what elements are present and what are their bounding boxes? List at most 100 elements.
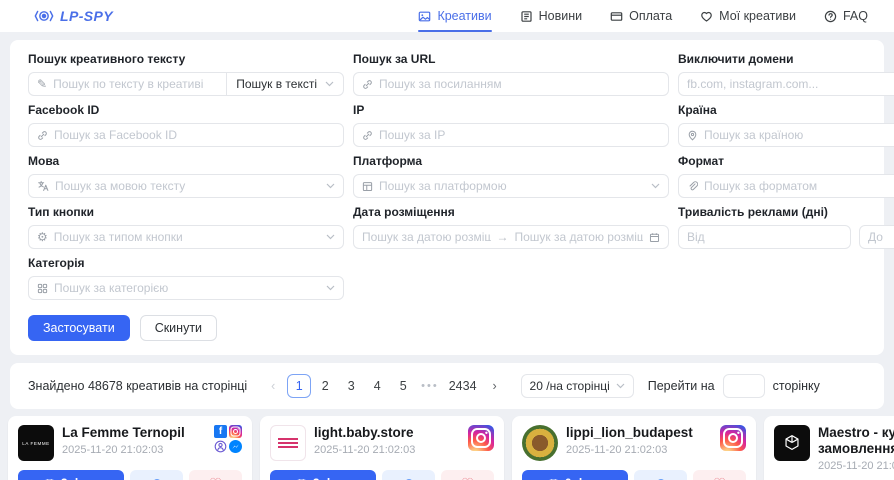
tab-payment[interactable]: Оплата: [610, 0, 672, 32]
format-input[interactable]: [704, 179, 894, 193]
filter-category: Категорія: [28, 256, 344, 300]
platform-select[interactable]: [353, 174, 669, 198]
tab-creatives[interactable]: Креативи: [418, 0, 491, 32]
filter-country: Країна: [678, 103, 894, 147]
filter-label: Формат: [678, 154, 894, 168]
favorite-button[interactable]: ♡: [693, 470, 746, 480]
instagram-icon: [229, 425, 242, 438]
format-input-box: [678, 174, 894, 198]
creative-card[interactable]: light.baby.store 2025-11-20 21:02:03 3 d…: [260, 416, 504, 480]
date-from-input[interactable]: [362, 230, 491, 244]
days-active-button[interactable]: 3 days: [270, 470, 376, 480]
tab-label: Мої креативи: [719, 9, 796, 23]
tab-label: Новини: [539, 9, 583, 23]
advertiser-name[interactable]: Maestro - кухні, меблі на замовлення в У…: [818, 425, 894, 457]
page-size-select[interactable]: 20 /на сторінці: [521, 374, 634, 398]
pagination-page-1[interactable]: 1: [287, 374, 311, 398]
filter-label: Платформа: [353, 154, 669, 168]
avatar: [270, 425, 306, 461]
goto-page-input[interactable]: [723, 374, 765, 398]
pagination-page-2[interactable]: 2: [313, 374, 337, 398]
creative-text-input[interactable]: [53, 77, 218, 91]
ip-input-box: [353, 123, 669, 147]
avatar: [522, 425, 558, 461]
link-icon: [362, 79, 373, 90]
instagram-icon: [720, 425, 746, 451]
creative-text-input-box: ✎: [28, 72, 227, 96]
pagination-next[interactable]: ›: [483, 374, 507, 398]
pagination-page-3[interactable]: 3: [339, 374, 363, 398]
filter-facebook-id: Facebook ID: [28, 103, 344, 147]
translate-icon: [37, 180, 49, 192]
avatar: LA FEMME: [18, 425, 54, 461]
creative-card[interactable]: lippi_lion_budapest 2025-11-20 21:02:03 …: [512, 416, 756, 480]
window-icon: [362, 181, 373, 192]
advertiser-name[interactable]: lippi_lion_budapest: [566, 425, 712, 441]
creatives-grid: LA FEMME La Femme Ternopil 2025-11-20 21…: [8, 416, 886, 480]
tab-news[interactable]: Новини: [520, 0, 583, 32]
tab-faq[interactable]: FAQ: [824, 0, 868, 32]
filter-label: Facebook ID: [28, 103, 344, 117]
days-label: 3 days: [313, 476, 350, 480]
duration-to-box: [859, 225, 894, 249]
view-button[interactable]: [634, 470, 687, 480]
filter-language: Мова: [28, 154, 344, 198]
brand-logo[interactable]: LP-SPY: [34, 8, 113, 24]
pagination-page-last[interactable]: 2434: [445, 374, 481, 398]
view-button[interactable]: [130, 470, 183, 480]
view-button[interactable]: [382, 470, 435, 480]
arrow-right-icon: →: [497, 230, 509, 244]
language-select[interactable]: [28, 174, 344, 198]
chevron-down-icon: [616, 383, 625, 389]
facebook-id-input[interactable]: [54, 128, 335, 142]
pagination-page-4[interactable]: 4: [365, 374, 389, 398]
duration-to-input[interactable]: [868, 230, 894, 244]
filter-panel: Пошук креативного тексту ✎ Пошук в текст…: [10, 40, 884, 355]
pencil-icon: ✎: [37, 78, 47, 90]
page-size-value: 20 /на сторінці: [530, 379, 610, 393]
category-select[interactable]: [28, 276, 344, 300]
gear-icon: ⚙: [37, 231, 48, 243]
pagination-ellipsis[interactable]: •••: [417, 374, 443, 398]
category-input[interactable]: [54, 281, 320, 295]
apply-button[interactable]: Застосувати: [28, 315, 130, 341]
heart-icon: ♡: [461, 475, 474, 480]
filter-label: Тип кнопки: [28, 205, 344, 219]
creative-date: 2025-11-20 21:02:03: [566, 444, 712, 456]
chevron-down-icon: [325, 81, 334, 87]
link-icon: [37, 130, 48, 141]
favorite-button[interactable]: ♡: [189, 470, 242, 480]
news-tab-icon: [520, 10, 533, 23]
duration-from-input[interactable]: [687, 230, 842, 244]
url-input[interactable]: [379, 77, 660, 91]
pagination-page-5[interactable]: 5: [391, 374, 415, 398]
days-active-button[interactable]: 3 days: [18, 470, 124, 480]
days-label: 0 days: [565, 476, 602, 480]
filter-ad-duration: Тривалість реклами (дні): [678, 205, 894, 249]
days-active-button[interactable]: 0 days: [522, 470, 628, 480]
text-search-mode-value: Пошук в тексті: [236, 77, 317, 91]
advertiser-name[interactable]: La Femme Ternopil: [62, 425, 206, 441]
facebook-id-input-box: [28, 123, 344, 147]
exclude-domains-input[interactable]: [687, 77, 894, 91]
chevron-down-icon: [651, 183, 660, 189]
favorite-button[interactable]: ♡: [441, 470, 494, 480]
platform-input[interactable]: [379, 179, 645, 193]
button-type-select[interactable]: ⚙: [28, 225, 344, 249]
language-input[interactable]: [55, 179, 320, 193]
facebook-icon: f: [214, 425, 227, 438]
filter-placement-date: Дата розміщення →: [353, 205, 669, 249]
text-search-mode-select[interactable]: Пошук в тексті: [226, 72, 344, 96]
creative-card[interactable]: Maestro - кухні, меблі на замовлення в У…: [764, 416, 894, 480]
ip-input[interactable]: [379, 128, 660, 142]
creative-card[interactable]: LA FEMME La Femme Ternopil 2025-11-20 21…: [8, 416, 252, 480]
placement-date-range[interactable]: →: [353, 225, 669, 249]
advertiser-name[interactable]: light.baby.store: [314, 425, 460, 441]
button-type-input[interactable]: [54, 230, 320, 244]
date-to-input[interactable]: [515, 230, 644, 244]
country-input[interactable]: [704, 128, 894, 142]
chevron-down-icon: [326, 285, 335, 291]
reset-button[interactable]: Скинути: [140, 315, 217, 341]
pagination-prev[interactable]: ‹: [261, 374, 285, 398]
tab-my-creatives[interactable]: Мої креативи: [700, 0, 796, 32]
